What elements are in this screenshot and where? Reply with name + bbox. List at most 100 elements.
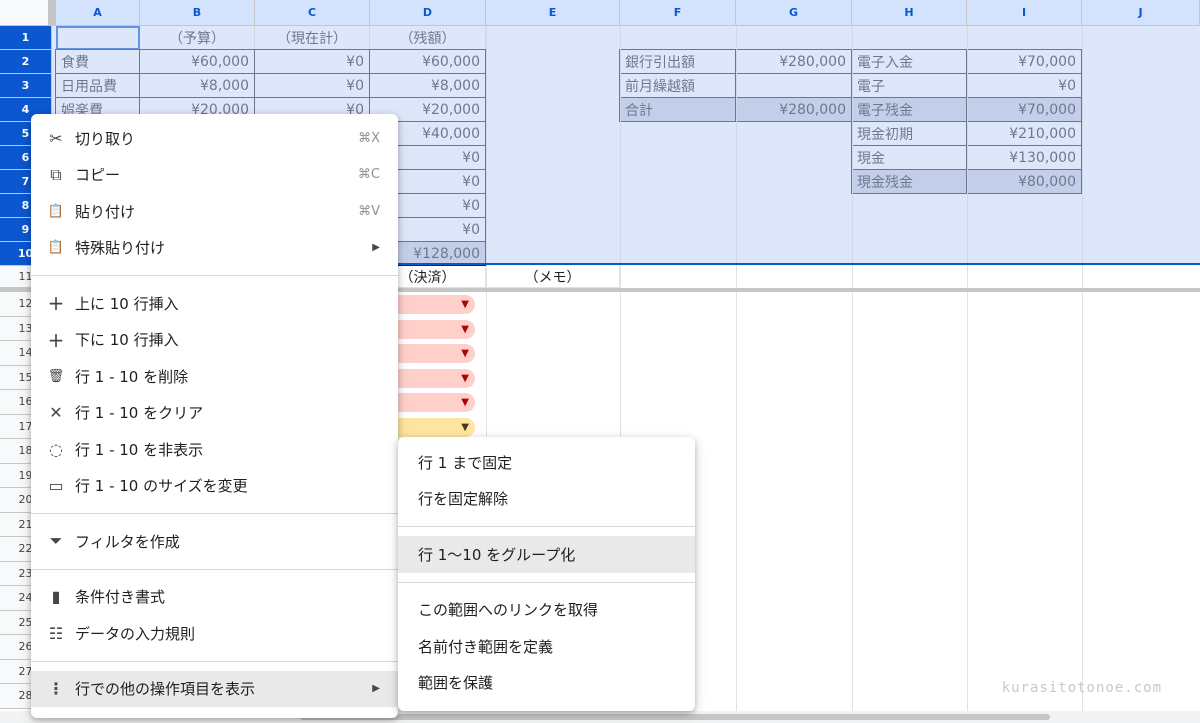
menu-item-unfreeze-rows[interactable]: 行を固定解除 [398, 481, 695, 518]
cell-f4[interactable]: 合計 [619, 97, 736, 122]
cell-h4[interactable]: 電子残金 [851, 97, 967, 122]
cell-i3[interactable]: ¥0 [966, 73, 1082, 98]
menu-item-resize-rows[interactable]: ▭ 行 1 - 10 のサイズを変更 [31, 468, 398, 505]
select-all-corner[interactable] [0, 0, 52, 26]
menu-divider [31, 660, 398, 662]
more-vertical-icon: ⋮ [48, 679, 64, 699]
menu-divider [31, 568, 398, 570]
menu-item-paste-special[interactable]: 📋 特殊貼り付け ▶ [31, 230, 398, 267]
cell-e11[interactable]: （メモ） [486, 266, 620, 288]
cell-h2[interactable]: 電子入金 [851, 49, 967, 74]
cell-a3[interactable]: 日用品費 [55, 73, 140, 98]
menu-item-freeze-to-row1[interactable]: 行 1 まで固定 [398, 444, 695, 481]
cell-c1[interactable]: （現在計） [255, 26, 370, 50]
cell-h3[interactable]: 電子 [851, 73, 967, 98]
eye-off-icon: ◌ [49, 439, 63, 459]
menu-item-conditional-format[interactable]: ▮ 条件付き書式 [31, 579, 398, 616]
submenu-arrow-icon: ▶ [372, 683, 380, 695]
cell-d2[interactable]: ¥60,000 [369, 49, 486, 74]
menu-item-copy[interactable]: ⧉ コピー ⌘C [31, 157, 398, 194]
cell-c3[interactable]: ¥0 [254, 73, 370, 98]
menu-item-protect-range[interactable]: 範囲を保護 [398, 665, 695, 702]
plus-icon: + [47, 291, 65, 316]
clipboard-icon: 📋 [47, 203, 65, 219]
menu-item-define-named-range[interactable]: 名前付き範囲を定義 [398, 628, 695, 665]
menu-item-clear-rows[interactable]: ✕ 行 1 - 10 をクリア [31, 395, 398, 432]
menu-item-delete-rows[interactable]: 🗑 行 1 - 10 を削除 [31, 358, 398, 395]
chevron-down-icon: ▼ [461, 348, 469, 359]
scissors-icon: ✂ [49, 128, 63, 148]
cell-i7[interactable]: ¥80,000 [966, 169, 1082, 194]
column-header-j[interactable]: J [1082, 0, 1200, 26]
plus-icon: + [47, 327, 65, 352]
shortcut-copy: ⌘C [357, 167, 380, 183]
row-context-menu: ✂ 切り取り ⌘X ⧉ コピー ⌘C 📋 貼り付け ⌘V 📋 特殊貼り付け ▶ … [31, 114, 398, 718]
shortcut-cut: ⌘X [358, 130, 380, 146]
menu-divider [398, 581, 695, 583]
column-header-c[interactable]: C [255, 0, 370, 26]
column-header-h[interactable]: H [852, 0, 967, 26]
column-header-i[interactable]: I [967, 0, 1082, 26]
paint-roller-icon: ▮ [51, 587, 61, 607]
row-header-1[interactable]: 1 [0, 26, 52, 50]
cell-i4[interactable]: ¥70,000 [966, 97, 1082, 122]
cell-b1[interactable]: （予算） [140, 26, 255, 50]
cell-i2[interactable]: ¥70,000 [966, 49, 1082, 74]
cell-h6[interactable]: 現金 [851, 145, 967, 170]
menu-item-hide-rows[interactable]: ◌ 行 1 - 10 を非表示 [31, 431, 398, 468]
column-header-d[interactable]: D [370, 0, 486, 26]
filter-icon: ⏷ [49, 531, 63, 551]
chevron-down-icon: ▼ [461, 299, 469, 310]
cell-g2[interactable]: ¥280,000 [735, 49, 852, 74]
cell-h7[interactable]: 現金残金 [851, 169, 967, 194]
resize-icon: ▭ [48, 476, 64, 496]
column-header-b[interactable]: B [140, 0, 255, 26]
menu-item-insert-above[interactable]: + 上に 10 行挿入 [31, 285, 398, 322]
horizontal-scrollbar[interactable] [300, 714, 1050, 720]
clipboard-icon: 📋 [47, 240, 65, 256]
shortcut-paste: ⌘V [358, 203, 380, 219]
more-row-actions-submenu: 行 1 まで固定 行を固定解除 行 1〜10 をグループ化 この範囲へのリンクを… [398, 437, 695, 711]
close-icon: ✕ [49, 403, 63, 423]
cell-i5[interactable]: ¥210,000 [966, 121, 1082, 146]
submenu-arrow-icon: ▶ [372, 242, 380, 254]
row-header-2[interactable]: 2 [0, 50, 52, 74]
chevron-down-icon: ▼ [461, 372, 469, 384]
menu-item-cut[interactable]: ✂ 切り取り ⌘X [31, 120, 398, 157]
chevron-down-icon: ▼ [461, 421, 469, 433]
cell-c2[interactable]: ¥0 [254, 49, 370, 74]
cell-g4[interactable]: ¥280,000 [735, 97, 852, 122]
cell-a1-active[interactable] [56, 26, 140, 50]
column-header-g[interactable]: G [736, 0, 852, 26]
column-header-e[interactable]: E [486, 0, 620, 26]
menu-item-paste[interactable]: 📋 貼り付け ⌘V [31, 193, 398, 230]
menu-divider [31, 275, 398, 276]
data-validation-icon: ☷ [48, 623, 64, 643]
chevron-down-icon: ▼ [461, 323, 469, 335]
trash-icon: 🗑 [47, 368, 65, 384]
column-header-a[interactable]: A [56, 0, 140, 26]
menu-divider [31, 513, 398, 514]
cell-b3[interactable]: ¥8,000 [139, 73, 255, 98]
menu-item-create-filter[interactable]: ⏷ フィルタを作成 [31, 523, 398, 560]
cell-g3[interactable] [735, 73, 852, 98]
cell-d3[interactable]: ¥8,000 [369, 73, 486, 98]
menu-item-insert-below[interactable]: + 下に 10 行挿入 [31, 322, 398, 359]
cell-f2[interactable]: 銀行引出額 [619, 49, 736, 74]
copy-icon: ⧉ [50, 164, 62, 184]
menu-item-more-row-actions[interactable]: ⋮ 行での他の操作項目を表示 ▶ [31, 670, 398, 707]
menu-divider [398, 526, 695, 527]
cell-i6[interactable]: ¥130,000 [966, 145, 1082, 170]
menu-item-get-range-link[interactable]: この範囲へのリンクを取得 [398, 592, 695, 629]
cell-h5[interactable]: 現金初期 [851, 121, 967, 146]
cell-b2[interactable]: ¥60,000 [139, 49, 255, 74]
chevron-down-icon: ▼ [461, 397, 469, 408]
column-header-f[interactable]: F [620, 0, 736, 26]
cell-d1[interactable]: （残額） [370, 26, 486, 50]
menu-item-group-rows[interactable]: 行 1〜10 をグループ化 [398, 536, 695, 573]
watermark-text: kurasitotonoe.com [1001, 680, 1162, 696]
menu-item-data-validation[interactable]: ☷ データの入力規則 [31, 615, 398, 652]
cell-f3[interactable]: 前月繰越額 [619, 73, 736, 98]
row-header-3[interactable]: 3 [0, 74, 52, 98]
cell-a2[interactable]: 食費 [55, 49, 140, 74]
